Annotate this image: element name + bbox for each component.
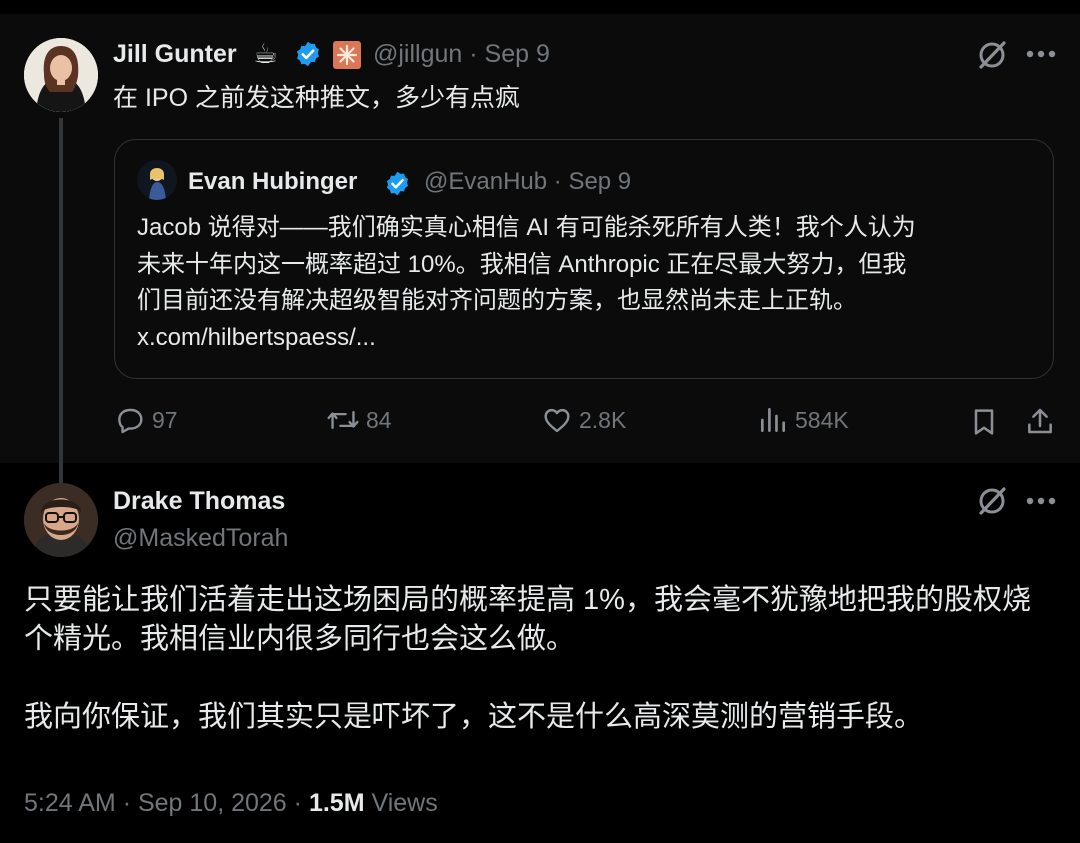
quote-tweet-card[interactable]: Evan Hubinger @EvanHub · Sep 9 Jacob 说得对… xyxy=(114,139,1054,379)
separator: · xyxy=(469,40,478,68)
grok-icon[interactable] xyxy=(975,38,1009,72)
reply-count: 97 xyxy=(152,406,178,433)
quote-author-name[interactable]: Evan Hubinger xyxy=(188,168,357,196)
quote-link[interactable]: x.com/hilbertspaess/... xyxy=(137,320,1037,357)
quote-text-line: Jacob 说得对——我们确实真心相信 AI 有可能杀死所有人类！我个人认为 xyxy=(137,214,916,241)
quote-author-handle[interactable]: @EvanHub xyxy=(424,168,547,195)
coffee-emoji-icon: ☕ xyxy=(253,37,279,70)
separator: · xyxy=(553,168,562,195)
tweet-full-date[interactable]: Sep 10, 2026 xyxy=(138,789,287,817)
reply-icon xyxy=(118,408,143,434)
views-button[interactable]: 584K xyxy=(757,404,849,436)
analytics-icon xyxy=(761,408,785,432)
parent-tweet[interactable]: Jill Gunter ☕ @jillgun · Sep 9 在 IPO 之前发… xyxy=(0,14,1080,490)
view-count: 584K xyxy=(795,406,849,433)
avatar[interactable] xyxy=(24,38,98,112)
main-tweet: Drake Thomas @MaskedTorah 只要能让我们活着走出这场困局… xyxy=(0,463,1080,843)
verified-badge-icon[interactable] xyxy=(294,40,322,68)
bookmark-icon[interactable] xyxy=(968,406,1000,438)
tweet-paragraph: 我向你保证，我们其实只是吓坏了，这不是什么高深莫测的营销手段。 xyxy=(24,701,924,733)
tweet-paragraph: 只要能让我们活着走出这场困局的概率提高 1%，我会毫不犹豫地把我的股权烧个精光。… xyxy=(24,584,1031,655)
repost-button[interactable]: 84 xyxy=(326,404,392,436)
author-handle[interactable]: @MaskedTorah xyxy=(113,524,288,553)
views-label: Views xyxy=(371,789,438,817)
share-icon[interactable] xyxy=(1024,406,1056,438)
separator: · xyxy=(122,789,132,817)
tweet-time[interactable]: 5:24 AM xyxy=(24,789,116,817)
repost-icon xyxy=(327,410,359,430)
quote-text-line: 们目前还没有解决超级智能对齐问题的方案，也显然尚未走上正轨。 xyxy=(137,287,857,314)
tweet-text: 在 IPO 之前发这种推文，多少有点疯 xyxy=(113,84,520,112)
like-button[interactable]: 2.8K xyxy=(541,404,626,436)
author-name[interactable]: Drake Thomas xyxy=(113,487,285,516)
tweet-date[interactable]: Sep 9 xyxy=(485,40,550,68)
thread-connector-line xyxy=(59,118,63,490)
views-count: 1.5M xyxy=(308,789,365,817)
grok-icon[interactable] xyxy=(975,484,1009,518)
tweet-thread: Jill Gunter ☕ @jillgun · Sep 9 在 IPO 之前发… xyxy=(0,0,1080,843)
more-options-icon[interactable] xyxy=(1026,50,1056,58)
author-handle[interactable]: @jillgun xyxy=(373,40,462,68)
repost-count: 84 xyxy=(366,406,392,433)
heart-icon xyxy=(544,408,570,433)
quote-text-line: 未来十年内这一概率超过 10%。我相信 Anthropic 正在尽最大努力，但我 xyxy=(137,250,907,278)
more-options-icon[interactable] xyxy=(1026,497,1056,505)
tweet-meta: 5:24 AM · Sep 10, 2026 · 1.5M Views xyxy=(24,789,438,818)
quote-avatar[interactable] xyxy=(137,160,177,200)
separator: · xyxy=(293,789,302,817)
quote-text: Jacob 说得对——我们确实真心相信 AI 有可能杀死所有人类！我个人认为 未… xyxy=(137,210,1037,356)
reply-button[interactable]: 97 xyxy=(114,404,178,436)
quote-date[interactable]: Sep 9 xyxy=(568,168,631,195)
verified-badge-icon xyxy=(386,171,409,196)
like-count: 2.8K xyxy=(579,406,627,433)
avatar[interactable] xyxy=(24,483,98,557)
tweet-text: 只要能让我们活着走出这场困局的概率提高 1%，我会毫不犹豫地把我的股权烧个精光。… xyxy=(24,581,1054,776)
author-name[interactable]: Jill Gunter xyxy=(113,40,237,69)
organization-badge-icon[interactable] xyxy=(333,41,361,69)
